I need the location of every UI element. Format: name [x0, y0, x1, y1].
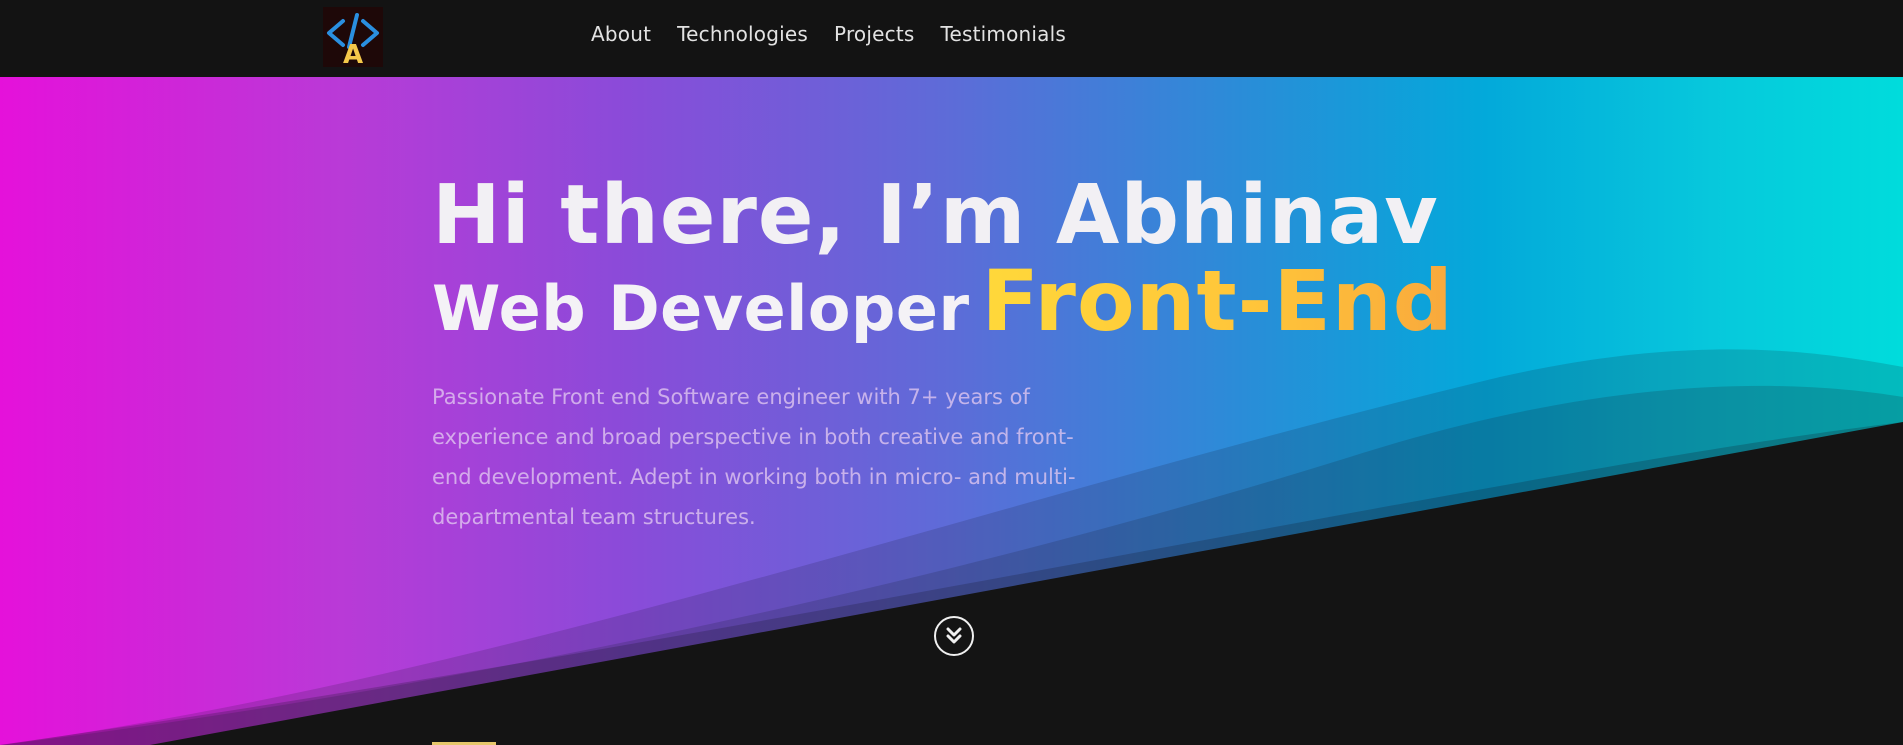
nav-link-technologies[interactable]: Technologies	[677, 22, 808, 46]
logo-letter: A	[343, 40, 363, 67]
hero-description: Passionate Front end Software engineer w…	[432, 385, 1076, 529]
nav-link-testimonials[interactable]: Testimonials	[940, 22, 1066, 46]
site-logo[interactable]: A	[323, 7, 383, 67]
code-brackets-icon: A	[327, 13, 379, 67]
top-navbar: A About Technologies Projects Testimonia…	[0, 0, 1903, 77]
main-nav: About Technologies Projects Testimonials	[591, 0, 1066, 67]
portfolio-page: A About Technologies Projects Testimonia…	[0, 0, 1903, 745]
hero-section: Hi there, I’m Abhinav Web Developer Front…	[0, 77, 1903, 745]
nav-link-projects[interactable]: Projects	[834, 22, 914, 46]
double-chevron-down-icon	[946, 627, 962, 644]
hero-subtitle: Web Developer Front-End	[432, 259, 1454, 343]
role-highlight: Front-End	[981, 252, 1454, 350]
nav-link-about[interactable]: About	[591, 22, 651, 46]
role-text: Web Developer	[432, 272, 970, 345]
scroll-down-button[interactable]	[934, 616, 974, 656]
hero-title: Hi there, I’m Abhinav	[432, 168, 1439, 263]
